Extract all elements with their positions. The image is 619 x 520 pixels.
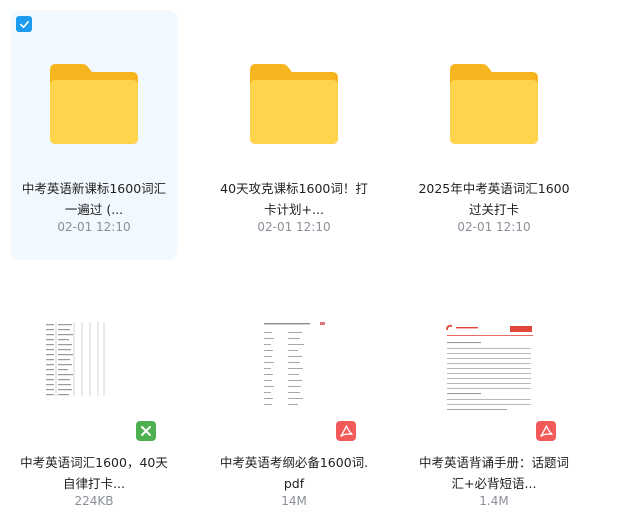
file-item-excel[interactable]: 中考英语词汇1600，40天 自律打卡... 224KB (10, 262, 178, 512)
excel-icon (136, 421, 156, 441)
file-date: 02-01 12:10 (257, 220, 331, 234)
file-name: 中考英语背诵手册：话题词 汇+必背短语... (418, 455, 569, 491)
file-name: 40天攻克课标1600词！打 卡计划+... (220, 181, 368, 217)
file-date: 02-01 12:10 (57, 220, 131, 234)
folder-icon (450, 64, 538, 144)
file-item-folder-1[interactable]: 中考英语新课标1600词汇 一遍过 (... 02-01 12:10 (10, 10, 178, 260)
pdf-icon (536, 421, 556, 441)
file-name: 中考英语词汇1600，40天 自律打卡... (20, 455, 168, 491)
file-item-folder-3[interactable]: 2025年中考英语词汇1600 过关打卡 02-01 12:10 (410, 10, 578, 260)
checkbox-checked-icon[interactable] (16, 16, 32, 32)
file-name: 中考英语新课标1600词汇 一遍过 (... (21, 181, 167, 217)
file-item-pdf-1[interactable]: 中考英语考纲必备1600词. pdf 14M (210, 262, 378, 512)
folder-icon (50, 64, 138, 144)
pdf-icon (336, 421, 356, 441)
file-name: 2025年中考英语词汇1600 过关打卡 (418, 181, 570, 217)
file-size: 224KB (74, 494, 114, 508)
file-thumbnail (444, 322, 536, 414)
file-thumbnail (44, 318, 106, 398)
file-size: 14M (281, 494, 307, 508)
file-date: 02-01 12:10 (457, 220, 531, 234)
file-name: 中考英语考纲必备1600词. pdf (219, 455, 369, 491)
folder-icon (250, 64, 338, 144)
file-thumbnail (260, 318, 332, 410)
file-item-pdf-2[interactable]: 中考英语背诵手册：话题词 汇+必背短语... 1.4M (410, 262, 578, 512)
file-size: 1.4M (479, 494, 509, 508)
file-item-folder-2[interactable]: 40天攻克课标1600词！打 卡计划+... 02-01 12:10 (210, 10, 378, 260)
